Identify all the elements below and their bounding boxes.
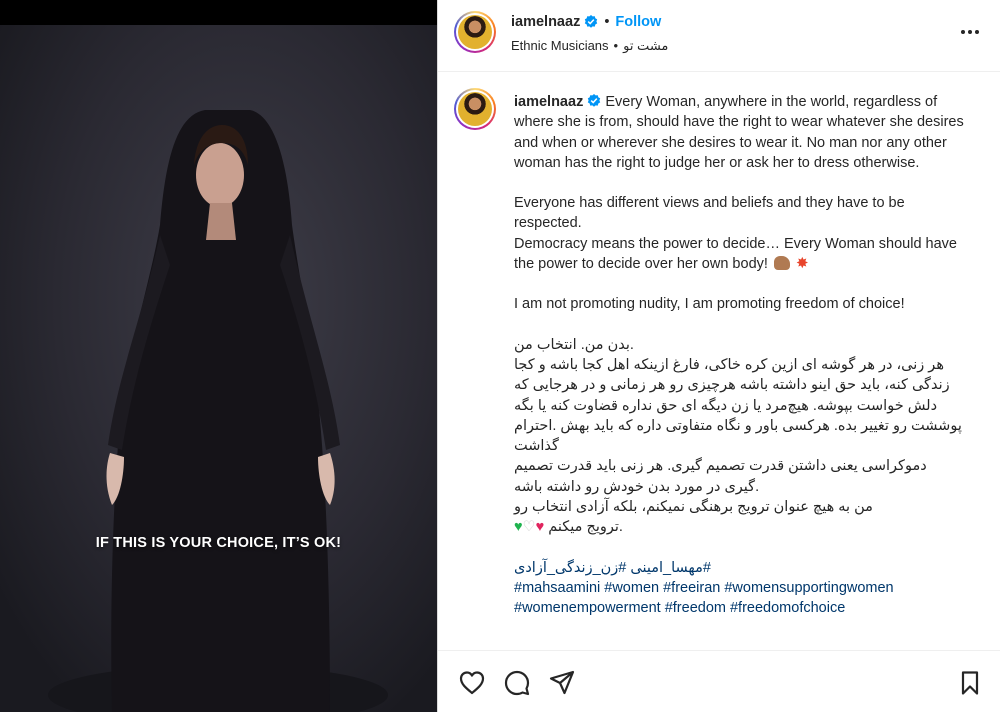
- video-frame-illustration: [0, 25, 437, 712]
- author-line: iamelnaaz • Follow: [511, 14, 661, 30]
- caption-farsi-5-line: .ترویج میکنم ♥♡♥: [514, 517, 964, 537]
- save-button[interactable]: [956, 669, 984, 697]
- hashtag-link[interactable]: #womenempowerment #freedom #freedomofcho…: [514, 600, 845, 616]
- caption-farsi-4: من به هیچ عنوان ترویج برهنگی نمیکنم، بلک…: [514, 499, 873, 516]
- green-heart-emoji-icon: ♥: [514, 519, 523, 536]
- collision-emoji-icon: ✸: [795, 255, 809, 273]
- caption-author-avatar[interactable]: [454, 88, 496, 130]
- author-username[interactable]: iamelnaaz: [511, 14, 580, 30]
- post-sidebar: iamelnaaz • Follow Ethnic Musicians • مش…: [437, 0, 1000, 712]
- video-overlay-caption: IF THIS IS YOUR CHOICE, IT’S OK!: [95, 535, 342, 551]
- share-icon: [549, 670, 575, 695]
- audio-link[interactable]: مشت تو: [623, 38, 668, 54]
- verified-icon: [588, 94, 601, 107]
- comments-scroll-area[interactable]: iamelnaaz Every Woman, anywhere in the wo…: [438, 72, 1000, 650]
- separator-dot: •: [604, 14, 610, 30]
- share-button[interactable]: [548, 669, 576, 697]
- caption-paragraph-3: I am not promoting nudity, I am promotin…: [514, 296, 905, 313]
- instagram-post-view: IF THIS IS YOUR CHOICE, IT’S OK! iamelna…: [0, 0, 1000, 712]
- bookmark-icon: [961, 671, 979, 695]
- post-caption: iamelnaaz Every Woman, anywhere in the wo…: [514, 92, 964, 619]
- post-video[interactable]: IF THIS IS YOUR CHOICE, IT’S OK!: [0, 25, 437, 712]
- caption-farsi-3: دموکراسی یعنی داشتن قدرت تصمیم گیری. هر …: [514, 458, 927, 495]
- action-bar: [438, 650, 1000, 712]
- location-link[interactable]: Ethnic Musicians: [511, 38, 609, 54]
- heart-icon: [459, 671, 485, 695]
- caption-paragraph-2b: Democracy means the power to decide… Eve…: [514, 235, 958, 273]
- hashtag-link[interactable]: #مهسا_امینی #زن_زندگی_آزادی: [514, 560, 711, 576]
- hashtags-farsi: #مهسا_امینی #زن_زندگی_آزادی: [514, 558, 964, 578]
- hashtag-link[interactable]: #mahsaamini #women #freeiran #womensuppo…: [514, 580, 894, 596]
- comment-icon: [504, 670, 530, 696]
- hashtags-line-3: #womenempowerment #freedom #freedomofcho…: [514, 598, 964, 618]
- caption-farsi-5: .ترویج میکنم: [548, 519, 623, 536]
- hashtags-line-2: #mahsaamini #women #freeiran #womensuppo…: [514, 578, 964, 598]
- white-heart-emoji-icon: ♡: [522, 519, 536, 536]
- follow-button[interactable]: Follow: [615, 14, 661, 30]
- caption-username[interactable]: iamelnaaz: [514, 94, 583, 110]
- caption-paragraph-2a: Everyone has different views and beliefs…: [514, 195, 905, 232]
- post-subtitle: Ethnic Musicians • مشت تو: [511, 38, 668, 54]
- like-button[interactable]: [458, 669, 486, 697]
- separator-dot: •: [613, 38, 619, 53]
- red-heart-emoji-icon: ♥: [535, 519, 545, 536]
- post-header: iamelnaaz • Follow Ethnic Musicians • مش…: [438, 0, 1000, 72]
- author-avatar[interactable]: [454, 11, 496, 53]
- flexed-biceps-emoji-icon: [773, 256, 790, 271]
- caption-farsi-1: .بدن من. انتخاب من: [514, 336, 634, 353]
- more-options-icon[interactable]: [961, 30, 979, 34]
- caption-farsi-2: هر زنی، در هر گوشه ای ازین کره خاکی، فار…: [514, 356, 962, 455]
- media-pane: IF THIS IS YOUR CHOICE, IT’S OK!: [0, 0, 437, 712]
- comment-button[interactable]: [503, 669, 531, 697]
- verified-icon: [585, 15, 598, 28]
